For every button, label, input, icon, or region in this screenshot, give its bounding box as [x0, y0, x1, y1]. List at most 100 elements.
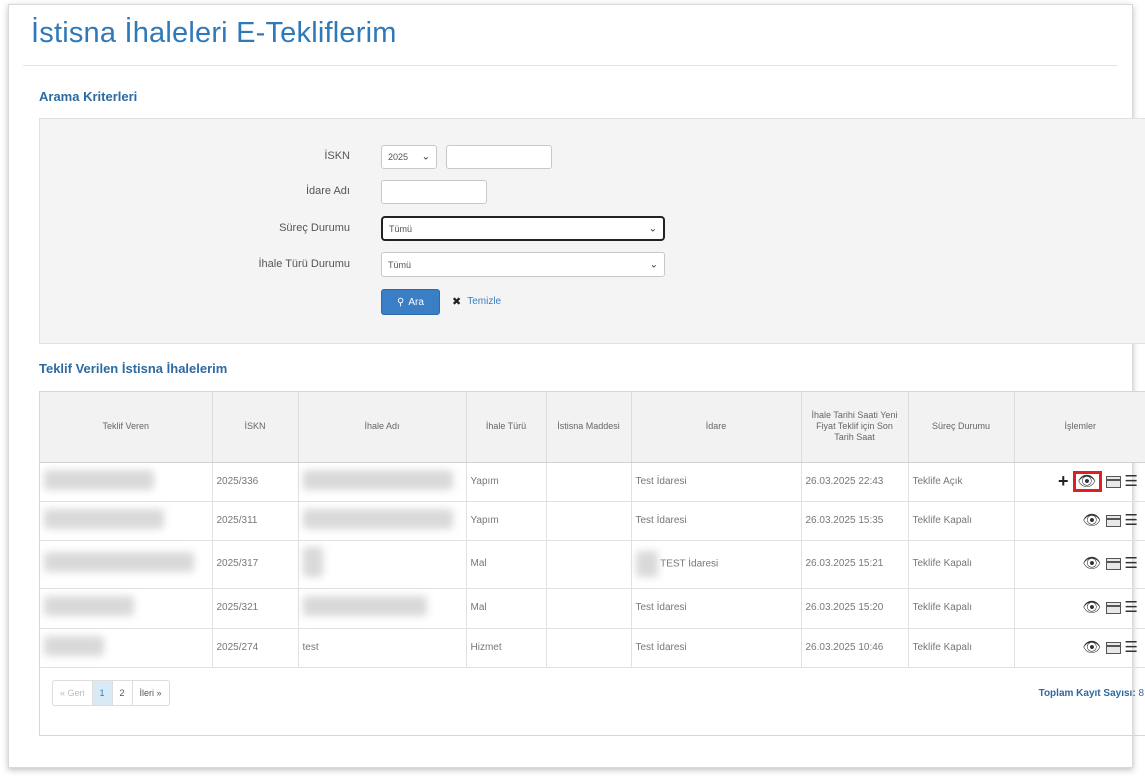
- cell-tarih: 26.03.2025 10:46: [801, 628, 909, 668]
- search-criteria-panel: İSKN 2025 ⌄ İdare Adı Süreç Durumu Tümü …: [39, 118, 1145, 344]
- pagination-next[interactable]: İleri »: [133, 681, 169, 705]
- calendar-icon[interactable]: [1105, 602, 1121, 614]
- cell-iskn: 2025/311: [212, 501, 299, 541]
- cell-iskn: 2025/317: [212, 540, 299, 589]
- cell-istisna-maddesi: [546, 588, 632, 629]
- cell-idare: Test İdaresi: [631, 628, 802, 668]
- surec-durumu-select[interactable]: Tümü ⌄: [381, 216, 665, 241]
- redacted-text: [44, 552, 194, 572]
- table-header-row: Teklif Veren İSKN İhale Adı İhale Türü İ…: [40, 392, 1145, 463]
- iskn-year-select[interactable]: 2025 ⌄: [381, 145, 437, 169]
- cell-idare: Test İdaresi: [631, 588, 802, 629]
- col-header-surec[interactable]: Süreç Durumu: [908, 392, 1015, 463]
- cell-surec: Teklife Kapalı: [908, 501, 1015, 541]
- cell-ihale-adi: test: [298, 628, 467, 668]
- surec-durumu-label: Süreç Durumu: [279, 222, 350, 234]
- col-header-istisna-maddesi[interactable]: İstisna Maddesi: [546, 392, 632, 463]
- col-header-ihale-adi[interactable]: İhale Adı: [298, 392, 467, 463]
- chevron-down-icon: ⌄: [649, 259, 658, 270]
- calendar-icon[interactable]: [1105, 641, 1121, 654]
- menu-icon[interactable]: ☰: [1125, 512, 1138, 530]
- redacted-text: [44, 596, 134, 616]
- cell-ihale-turu: Mal: [466, 540, 547, 589]
- chevron-down-icon: ⌄: [421, 151, 430, 163]
- col-header-ihale-turu[interactable]: İhale Türü: [466, 392, 547, 463]
- calendar-icon[interactable]: [1105, 558, 1121, 570]
- cell-ihale-turu: Hizmet: [466, 628, 547, 668]
- cell-islemler: 👁 ☰: [1014, 501, 1145, 541]
- results-section-heading: Teklif Verilen İstisna İhalelerim: [39, 361, 228, 376]
- search-icon: ⚲: [397, 296, 405, 308]
- calendar-icon[interactable]: [1105, 514, 1121, 527]
- cell-surec: Teklife Kapalı: [908, 588, 1015, 629]
- title-divider: [23, 65, 1118, 66]
- iskn-year-value: 2025: [388, 152, 409, 162]
- cell-iskn: 2025/274: [212, 628, 299, 668]
- cell-ihale-adi: [298, 462, 467, 502]
- search-section-heading: Arama Kriterleri: [39, 89, 138, 104]
- cell-idare-text: TEST İdaresi: [660, 558, 719, 570]
- cell-surec: Teklife Kapalı: [908, 628, 1015, 668]
- cell-surec: Teklife Kapalı: [908, 540, 1015, 589]
- idare-input[interactable]: [381, 180, 487, 204]
- cell-teklif-veren: [40, 462, 213, 502]
- menu-icon[interactable]: ☰: [1125, 599, 1138, 617]
- iskn-number-input[interactable]: [446, 145, 552, 169]
- cell-teklif-veren: [40, 501, 213, 541]
- pagination-page-1[interactable]: 1: [92, 681, 113, 705]
- total-records-label: Toplam Kayıt Sayısı:: [1038, 688, 1136, 699]
- pagination: « Geri 1 2 İleri »: [52, 680, 170, 706]
- col-header-tarih[interactable]: İhale Tarihi Saati Yeni Fiyat Teklif içi…: [801, 392, 909, 463]
- eye-icon[interactable]: 👁: [1083, 555, 1102, 573]
- menu-icon[interactable]: ☰: [1125, 639, 1138, 657]
- cell-islemler: 👁 ☰: [1014, 540, 1145, 589]
- calendar-icon[interactable]: [1105, 475, 1121, 488]
- cell-idare: Test İdaresi: [631, 462, 802, 502]
- total-records-value: 8: [1138, 688, 1144, 699]
- surec-durumu-value: Tümü: [389, 223, 413, 234]
- eye-icon[interactable]: 👁: [1083, 512, 1102, 530]
- cell-tarih: 26.03.2025 15:20: [801, 588, 909, 629]
- cell-istisna-maddesi: [546, 540, 632, 589]
- cell-idare: Test İdaresi: [631, 501, 802, 541]
- redacted-text: [302, 469, 453, 490]
- ihale-turu-value: Tümü: [388, 259, 412, 270]
- pagination-page-2[interactable]: 2: [113, 681, 133, 705]
- cell-teklif-veren: [40, 628, 213, 668]
- cell-ihale-turu: Mal: [466, 588, 547, 629]
- col-header-iskn[interactable]: İSKN: [212, 392, 299, 463]
- cell-ihale-turu: Yapım: [466, 462, 547, 502]
- eye-icon[interactable]: 👁: [1072, 471, 1102, 492]
- cell-tarih: 26.03.2025 22:43: [801, 462, 909, 502]
- col-header-teklif-veren[interactable]: Teklif Veren: [40, 392, 213, 463]
- ihale-turu-select[interactable]: Tümü ⌄: [381, 252, 665, 277]
- redacted-text: [44, 508, 164, 529]
- redacted-text: [635, 551, 658, 577]
- cell-islemler: 👁 ☰: [1014, 628, 1145, 668]
- page-frame: İstisna İhaleleri E-Tekliflerim Arama Kr…: [8, 4, 1145, 768]
- cell-ihale-turu: Yapım: [466, 501, 547, 541]
- results-panel: Teklif Veren İSKN İhale Adı İhale Türü İ…: [39, 391, 1145, 736]
- menu-icon[interactable]: ☰: [1125, 473, 1138, 491]
- search-button-label: Ara: [408, 296, 424, 308]
- table-row: 2025/311 Yapım Test İdaresi 26.03.2025 1…: [40, 501, 1145, 541]
- idare-label: İdare Adı: [305, 185, 350, 197]
- redacted-text: [44, 469, 154, 490]
- redacted-text: [302, 547, 323, 577]
- eye-icon[interactable]: 👁: [1083, 639, 1102, 657]
- search-button[interactable]: ⚲ Ara: [381, 289, 440, 315]
- plus-icon[interactable]: +: [1058, 471, 1069, 493]
- pagination-prev[interactable]: « Geri: [53, 681, 93, 705]
- clear-button[interactable]: ✖ Temizle: [452, 295, 501, 308]
- col-header-idare[interactable]: İdare: [631, 392, 802, 463]
- cell-surec: Teklife Açık: [908, 462, 1015, 502]
- redacted-text: [302, 596, 427, 616]
- cell-idare: TEST İdaresi: [631, 540, 802, 589]
- total-records: Toplam Kayıt Sayısı: 8: [1039, 688, 1144, 699]
- cell-islemler: 👁 ☰: [1014, 588, 1145, 629]
- menu-icon[interactable]: ☰: [1125, 555, 1138, 573]
- cell-tarih: 26.03.2025 15:35: [801, 501, 909, 541]
- cell-istisna-maddesi: [546, 628, 632, 668]
- eye-icon[interactable]: 👁: [1083, 599, 1102, 617]
- results-table: Teklif Veren İSKN İhale Adı İhale Türü İ…: [40, 392, 1145, 668]
